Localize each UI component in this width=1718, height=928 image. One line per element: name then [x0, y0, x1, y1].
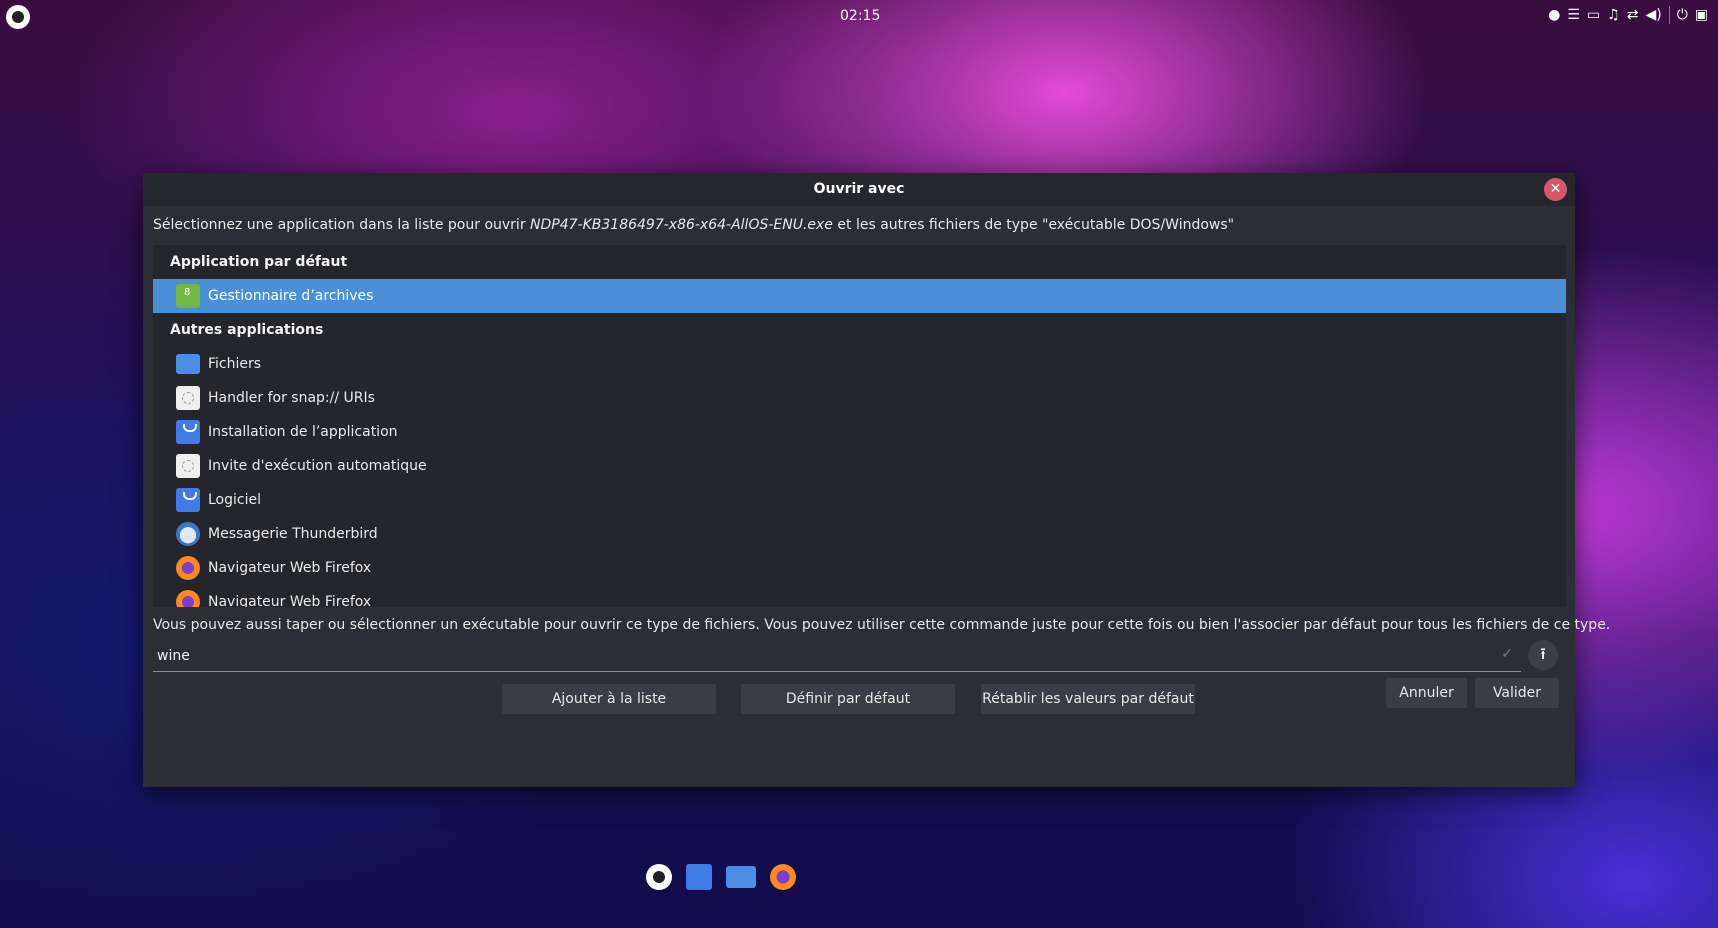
list-item-firefox-2[interactable]: Navigateur Web Firefox	[153, 585, 1566, 607]
gear-icon	[176, 386, 200, 410]
app-launcher-icon[interactable]	[646, 864, 672, 890]
gear-icon	[176, 454, 200, 478]
application-list[interactable]: Application par défaut Gestionnaire d’ar…	[153, 245, 1566, 607]
system-tray: ● ☰ ▭ ♫ ⇄ ◀) ⏻ ▣	[1548, 6, 1708, 24]
list-item-snap-handler[interactable]: Handler for snap:// URIs	[153, 381, 1566, 415]
list-item-label: Logiciel	[208, 492, 261, 508]
open-with-dialog: Ouvrir avec ✕ Sélectionnez une applicati…	[143, 173, 1610, 787]
dot-icon[interactable]: ●	[1548, 7, 1560, 23]
volume-icon[interactable]: ◀)	[1645, 7, 1661, 23]
list-item-software[interactable]: Logiciel	[153, 483, 1566, 517]
close-button[interactable]: ✕	[1544, 178, 1567, 201]
store-bag-icon	[176, 488, 200, 512]
list-item-label: Messagerie Thunderbird	[208, 526, 378, 542]
other-section-header: Autres applications	[170, 322, 324, 338]
command-field[interactable]: ✓	[153, 641, 1521, 672]
list-item-label: Handler for snap:// URIs	[208, 390, 375, 406]
files-icon[interactable]	[726, 866, 756, 888]
thunderbird-icon	[176, 522, 200, 546]
list-item-firefox[interactable]: Navigateur Web Firefox	[153, 551, 1566, 585]
list-item-files[interactable]: Fichiers	[153, 347, 1566, 381]
firefox-icon	[176, 590, 200, 607]
folder-icon[interactable]: ▭	[1587, 7, 1600, 23]
browse-button[interactable]: ⭱	[1528, 640, 1558, 670]
list-item-autorun[interactable]: Invite d'exécution automatique	[153, 449, 1566, 483]
add-to-list-button[interactable]: Ajouter à la liste	[502, 684, 716, 714]
command-hint-text: Vous pouvez aussi taper ou sélectionner …	[153, 617, 1611, 633]
list-item-app-install[interactable]: Installation de l’application	[153, 415, 1566, 449]
list-item-default-app[interactable]: Gestionnaire d’archives	[153, 279, 1566, 313]
list-item-thunderbird[interactable]: Messagerie Thunderbird	[153, 517, 1566, 551]
bell-icon[interactable]: ♫	[1607, 7, 1620, 23]
store-bag-icon	[176, 420, 200, 444]
file-name: NDP47-KB3186497-x86-x64-AllOS-ENU.exe	[530, 217, 833, 233]
close-icon: ✕	[1549, 181, 1562, 197]
cancel-button[interactable]: Annuler	[1386, 678, 1467, 708]
list-item-label: Navigateur Web Firefox	[208, 560, 372, 576]
archive-manager-icon	[176, 284, 200, 308]
default-section-header: Application par défaut	[170, 254, 348, 270]
power-icon[interactable]: ⏻	[1677, 7, 1688, 23]
list-item-label: Invite d'exécution automatique	[208, 458, 427, 474]
software-store-icon[interactable]	[686, 864, 712, 890]
list-item-label: Gestionnaire d’archives	[208, 288, 374, 304]
upload-icon: ⭱	[1540, 644, 1546, 663]
check-icon: ✓	[1501, 646, 1513, 662]
reset-defaults-button[interactable]: Rétablir les valeurs par défaut	[981, 684, 1195, 714]
intro-text: Sélectionnez une application dans la lis…	[153, 217, 1235, 233]
network-icon[interactable]: ⇄	[1627, 7, 1639, 23]
set-default-button[interactable]: Définir par défaut	[741, 684, 955, 714]
menu-icon[interactable]: ☰	[1567, 7, 1580, 23]
list-item-label: Navigateur Web Firefox	[208, 594, 372, 607]
dialog-titlebar[interactable]: Ouvrir avec ✕	[143, 173, 1575, 206]
dialog-title: Ouvrir avec	[813, 181, 905, 197]
folder-icon	[176, 354, 200, 374]
dock	[646, 864, 796, 890]
tray-separator	[1668, 6, 1670, 24]
command-input[interactable]	[153, 641, 1479, 671]
menu-logo-icon[interactable]	[6, 5, 30, 29]
keyboard-icon[interactable]: ▣	[1695, 7, 1708, 23]
top-panel: 02:15 ● ☰ ▭ ♫ ⇄ ◀) ⏻ ▣	[0, 0, 1718, 34]
firefox-icon[interactable]	[770, 864, 796, 890]
list-item-label: Installation de l’application	[208, 424, 398, 440]
firefox-icon	[176, 556, 200, 580]
clock[interactable]: 02:15	[840, 8, 880, 24]
ok-button[interactable]: Valider	[1475, 678, 1559, 708]
list-item-label: Fichiers	[208, 356, 262, 372]
